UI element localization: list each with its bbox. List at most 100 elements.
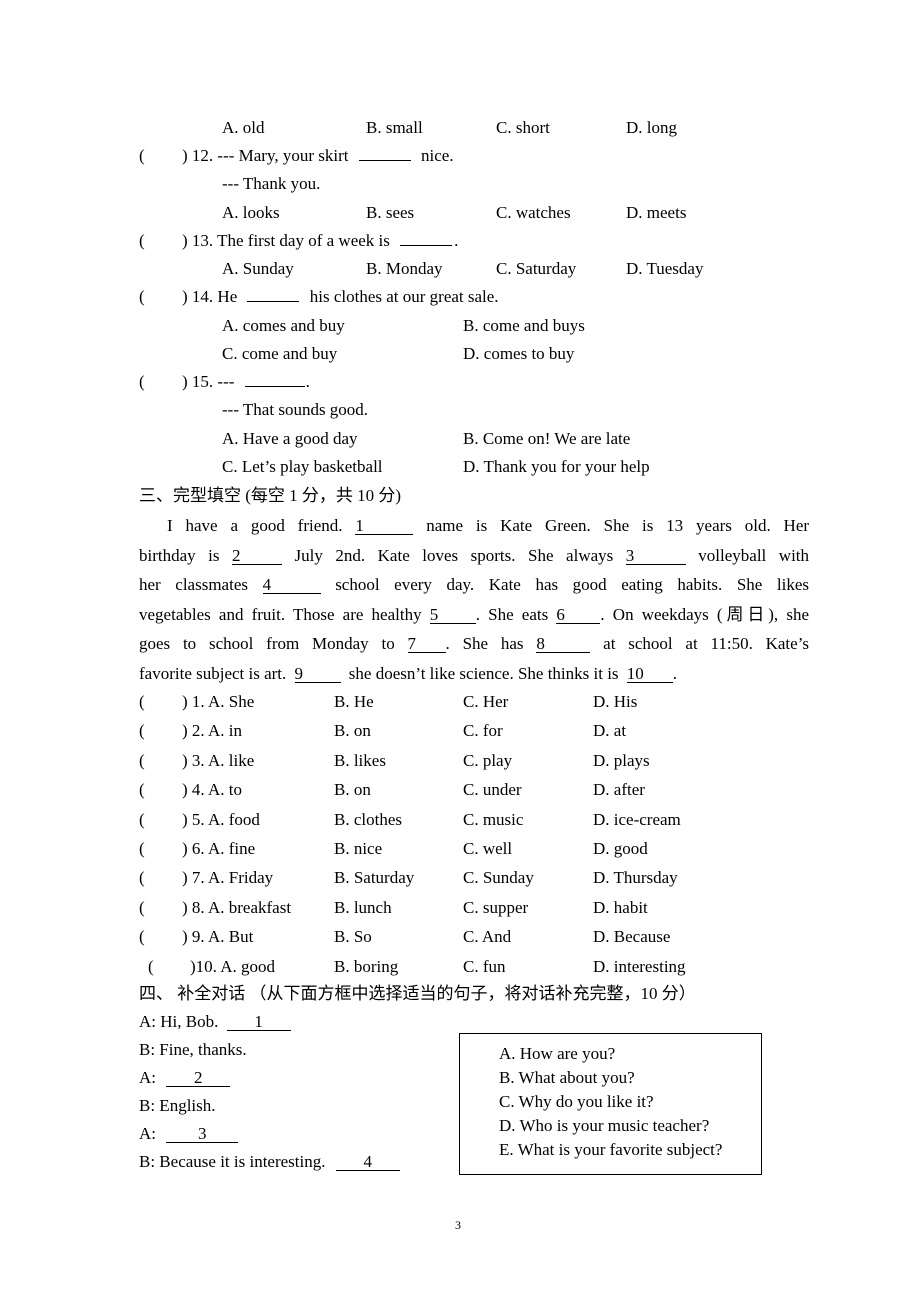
dialogue-options-box: A. How are you? B. What about you? C. Wh… (459, 1033, 762, 1175)
q14-answer-paren[interactable]: ( (139, 287, 145, 307)
cloze-question-option-a: ) 7. A. Friday (182, 868, 274, 887)
cloze-question-option-d: D. plays (593, 751, 650, 770)
cloze-question-option-c: C. play (463, 751, 513, 770)
q12-blank (358, 160, 411, 161)
cloze-question-option-d: D. good (593, 839, 648, 858)
q12-option-c: C. watches (496, 203, 571, 222)
dialogue-line-2: B: Fine, thanks. (139, 1040, 247, 1059)
cloze-answer-paren[interactable]: ( (139, 839, 145, 859)
cloze-question-option-c: C. fun (463, 957, 506, 976)
cloze-question-option-b: B. Saturday (334, 868, 415, 887)
q15-answer-paren[interactable]: ( (139, 372, 145, 392)
q12-stem: ) 12. --- Mary, your skirt (182, 146, 349, 165)
cloze-question-option-a: ) 4. A. to (182, 780, 242, 799)
cloze-question-option-b: B. nice (334, 839, 383, 858)
cloze-blank-3: 3 (625, 547, 686, 565)
cloze-question-option-c: C. Sunday (463, 868, 534, 887)
q15-option-b: B. Come on! We are late (463, 429, 631, 448)
q13-blank (400, 245, 453, 246)
cloze-blank-10: 10 (626, 665, 673, 683)
passage-line-6: favorite subject is art. 9 she doesn’t l… (139, 663, 678, 683)
section3-heading: 三、完型填空 (每空 1 分，共 10 分) (139, 486, 402, 505)
q13-question: ) 13. The first day of a week is . (182, 231, 458, 251)
cloze-blank-4: 4 (262, 576, 321, 594)
cloze-blank-8: 8 (536, 635, 591, 653)
cloze-question-option-a: ) 9. A. But (182, 927, 254, 946)
q15-reply: --- That sounds good. (222, 400, 369, 419)
q12-option-d: D. meets (626, 203, 687, 222)
dialogue-blank-2: 2 (166, 1069, 231, 1087)
cloze-blank-7: 7 (407, 635, 446, 653)
cloze-question-option-c: C. Her (463, 692, 509, 711)
passage-line-3: her classmates 4 school every day. Kate … (139, 575, 810, 594)
page-number: 3 (455, 1218, 461, 1232)
q15-option-d: D. Thank you for your help (463, 457, 650, 476)
box-option-a: A. How are you? (499, 1044, 616, 1063)
dialogue-line-1: A: Hi, Bob. 1 (139, 1012, 291, 1032)
cloze-answer-paren[interactable]: ( (139, 751, 145, 771)
q15-option-c: C. Let’s play basketball (222, 457, 383, 476)
cloze-answer-paren[interactable]: ( (139, 780, 145, 800)
cloze-question-option-d: D. Because (593, 927, 671, 946)
cloze-answer-paren[interactable]: ( (139, 868, 145, 888)
cloze-question-option-a: )10. A. good (190, 957, 275, 976)
box-option-c: C. Why do you like it? (499, 1092, 654, 1111)
cloze-question-option-d: D. interesting (593, 957, 686, 976)
cloze-answer-paren[interactable]: ( (139, 721, 145, 741)
cloze-question-option-c: C. supper (463, 898, 529, 917)
cloze-answer-paren[interactable]: ( (139, 692, 145, 712)
q15-option-a: A. Have a good day (222, 429, 358, 448)
cloze-question-option-a: ) 8. A. breakfast (182, 898, 292, 917)
dialogue-line-3: A: 2 (139, 1068, 231, 1088)
cloze-blank-5: 5 (429, 606, 476, 624)
cloze-passage: I have a good friend. 1 name is Kate Gre… (139, 511, 809, 688)
q13-option-c: C. Saturday (496, 259, 577, 278)
cloze-answer-paren[interactable]: ( (139, 810, 145, 830)
box-option-b: B. What about you? (499, 1068, 635, 1087)
cloze-answer-paren[interactable]: ( (139, 927, 145, 947)
q12-reply: --- Thank you. (222, 174, 321, 193)
cloze-blank-9: 9 (294, 665, 341, 683)
cloze-question-option-a: ) 1. A. She (182, 692, 255, 711)
cloze-question-option-d: D. Thursday (593, 868, 678, 887)
cloze-question-option-b: B. So (334, 927, 372, 946)
cloze-answer-paren[interactable]: ( (148, 957, 154, 977)
q12-question: ) 12. --- Mary, your skirt nice. (182, 146, 454, 166)
cloze-question-option-a: ) 2. A. in (182, 721, 242, 740)
cloze-question-option-d: D. at (593, 721, 627, 740)
q12-option-b: B. sees (366, 203, 415, 222)
cloze-blank-6: 6 (556, 606, 601, 624)
q13-option-b: B. Monday (366, 259, 443, 278)
cloze-blank-2: 2 (232, 547, 283, 565)
cloze-question-option-b: B. clothes (334, 810, 402, 829)
cloze-question-option-a: ) 3. A. like (182, 751, 255, 770)
q14-option-d: D. comes to buy (463, 344, 575, 363)
box-option-e: E. What is your favorite subject? (499, 1140, 723, 1159)
q13-stem: ) 13. The first day of a week is (182, 231, 390, 250)
q12-answer-paren[interactable]: ( (139, 146, 145, 166)
box-option-d: D. Who is your music teacher? (499, 1116, 710, 1135)
q15-stem-end: . (305, 372, 310, 391)
q14-option-a: A. comes and buy (222, 316, 345, 335)
q11-option-c: C. short (496, 118, 550, 137)
dialogue-blank-3: 3 (166, 1125, 239, 1143)
cloze-question-option-a: ) 6. A. fine (182, 839, 256, 858)
q15-blank (244, 386, 305, 387)
cloze-question-option-b: B. boring (334, 957, 399, 976)
q11-option-d: D. long (626, 118, 677, 137)
q14-option-b: B. come and buys (463, 316, 585, 335)
dialogue-blank-4: 4 (335, 1153, 400, 1171)
cloze-question-option-d: D. habit (593, 898, 648, 917)
cloze-answer-paren[interactable]: ( (139, 898, 145, 918)
passage-line-1: I have a good friend. 1 name is Kate Gre… (167, 516, 810, 535)
cloze-question-option-c: C. music (463, 810, 524, 829)
cloze-question-option-b: B. on (334, 721, 371, 740)
cloze-question-option-c: C. well (463, 839, 513, 858)
q15-stem: ) 15. --- (182, 372, 235, 391)
q13-answer-paren[interactable]: ( (139, 231, 145, 251)
cloze-question-option-a: ) 5. A. food (182, 810, 260, 829)
cloze-question-option-c: C. for (463, 721, 503, 740)
cloze-question-option-c: C. And (463, 927, 512, 946)
q12-option-a: A. looks (222, 203, 280, 222)
q15-question: ) 15. --- . (182, 372, 310, 392)
